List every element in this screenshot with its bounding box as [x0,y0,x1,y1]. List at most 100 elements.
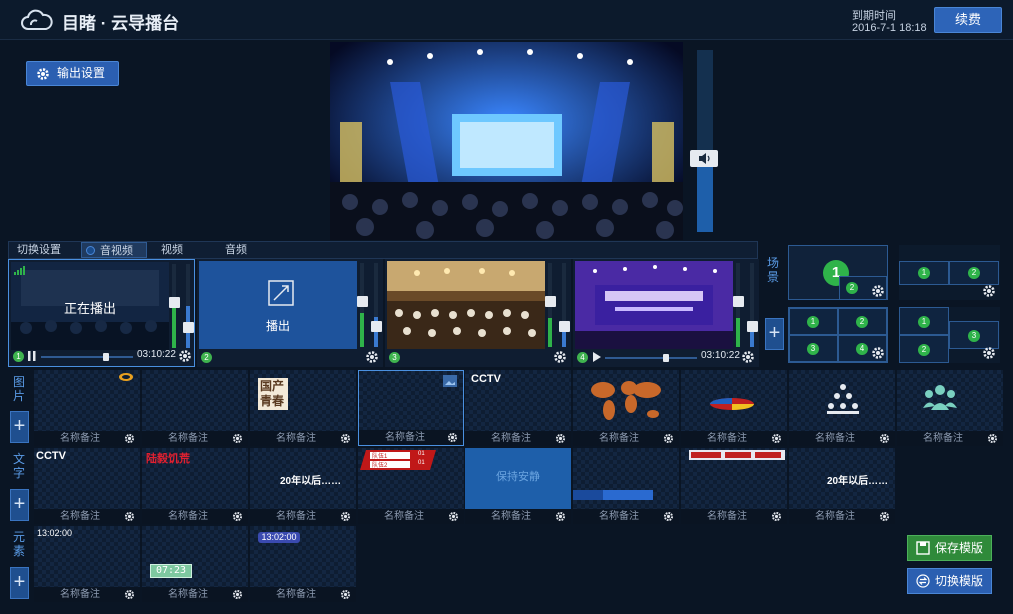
source-1-thumbnail: 正在播出 [11,262,169,350]
tab-video[interactable]: 视频 [161,242,183,258]
gear-icon[interactable] [555,433,566,444]
later-text: 20年以后…… [280,476,342,487]
progress-bar[interactable] [605,354,697,362]
speaker-icon[interactable] [733,296,744,307]
scene-dot: 1 [918,316,930,328]
source-1[interactable]: 正在播出 1 03:10:22 [8,259,195,367]
audio-meter [562,263,566,347]
gear-icon[interactable] [771,511,782,522]
media-card[interactable]: 名称备注 [681,448,787,524]
speaker-icon[interactable] [545,296,556,307]
output-settings-button[interactable]: 输出设置 [26,61,119,86]
renew-button[interactable]: 续费 [934,7,1002,33]
gear-icon[interactable] [555,511,566,522]
speaker-icon[interactable] [371,321,382,332]
gear-icon[interactable] [448,511,459,522]
team-icon [923,385,957,410]
media-card[interactable]: 名称备注 [573,448,679,524]
source-3[interactable]: 3 [385,259,571,367]
media-card[interactable]: 队伍1 队伍2 01 01 名称备注 [358,448,464,524]
scene-dot: 1 [807,316,819,328]
gear-icon[interactable] [447,432,458,443]
gear-icon[interactable] [741,350,755,364]
concert-stage-image [330,42,683,240]
media-card[interactable]: 名称备注 [789,370,895,446]
source-3-controls: 3 [387,349,569,365]
tab-audio-video[interactable]: 音视频 [81,242,147,258]
add-scene-button[interactable]: + [765,318,784,350]
media-card[interactable]: 陆毅饥荒 名称备注 [142,448,248,524]
speaker-icon[interactable] [747,321,758,332]
progress-knob[interactable] [663,354,670,362]
gear-icon[interactable] [771,433,782,444]
media-card[interactable]: 20年以后…… 名称备注 [250,448,356,524]
on-air-text: 正在播出 [63,301,116,316]
media-card[interactable]: 名称备注 [142,370,248,446]
speaker-icon[interactable] [169,297,180,308]
gear-icon[interactable] [553,350,567,364]
gear-icon[interactable] [124,433,135,444]
add-image-button[interactable]: + [10,411,29,443]
gear-icon[interactable] [340,511,351,522]
gear-icon[interactable] [871,284,885,298]
radio-icon [86,246,95,255]
media-card[interactable]: 名称备注 [897,370,1003,446]
speaker-icon[interactable] [357,296,368,307]
gear-icon[interactable] [232,589,243,600]
gear-icon[interactable] [879,433,890,444]
volume-button[interactable] [690,150,718,167]
gear-icon[interactable] [987,433,998,444]
speaker-icon[interactable] [183,322,194,333]
audio-meter [186,264,190,348]
scene-cell: 1 [899,261,949,285]
gear-icon [37,68,49,80]
gear-icon[interactable] [232,511,243,522]
speaker-icon[interactable] [559,321,570,332]
gear-icon[interactable] [340,589,351,600]
source-4[interactable]: 4 03:10:22 [573,259,759,367]
gear-icon[interactable] [663,511,674,522]
media-card[interactable]: 名称备注 [573,370,679,446]
media-card[interactable]: 名称备注 [681,370,787,446]
gear-icon[interactable] [232,433,243,444]
switch-template-button[interactable]: 切换模版 [907,568,992,594]
progress-knob[interactable] [102,353,109,361]
gear-icon[interactable] [982,346,996,360]
media-card[interactable]: 07:23 名称备注 [142,526,248,602]
pie-chart-icon [710,398,754,410]
media-card[interactable]: 13:02:00 名称备注 [250,526,356,602]
scene-dot: 2 [918,344,930,356]
gear-icon[interactable] [365,350,379,364]
tab-switch-settings[interactable]: 切换设置 [17,242,61,258]
gear-icon[interactable] [982,284,996,298]
media-card[interactable]: 20年以后…… 名称备注 [789,448,895,524]
scene-cell: 2 [949,261,999,285]
scene-dot: 3 [968,330,980,342]
ticker-graphic [689,450,785,460]
gear-icon[interactable] [124,511,135,522]
scene-cell: 3 [789,335,838,362]
progress-bar[interactable] [41,353,133,361]
gear-icon[interactable] [663,433,674,444]
media-card[interactable]: 名称备注 [34,370,140,446]
media-card[interactable]: 13:02:00 名称备注 [34,526,140,602]
media-card[interactable]: 名称备注 [358,370,464,446]
tab-audio[interactable]: 音频 [225,242,247,258]
save-template-button[interactable]: 保存模版 [907,535,992,561]
gear-icon[interactable] [124,589,135,600]
card-name: 名称备注 [707,511,747,522]
pause-icon[interactable] [28,351,36,361]
media-card[interactable]: 国产青春 名称备注 [250,370,356,446]
gear-icon[interactable] [879,511,890,522]
play-icon[interactable] [593,352,601,362]
media-card[interactable]: 保持安静 名称备注 [465,448,571,524]
add-text-button[interactable]: + [10,489,29,521]
media-card[interactable]: CCTV 名称备注 [34,448,140,524]
gear-icon[interactable] [871,346,885,360]
gear-icon[interactable] [340,433,351,444]
media-card[interactable]: CCTV 名称备注 [465,370,571,446]
add-element-button[interactable]: + [10,567,29,599]
gear-icon[interactable] [178,349,192,363]
source-2[interactable]: 播出 2 [197,259,383,367]
card-name: 名称备注 [923,433,963,444]
